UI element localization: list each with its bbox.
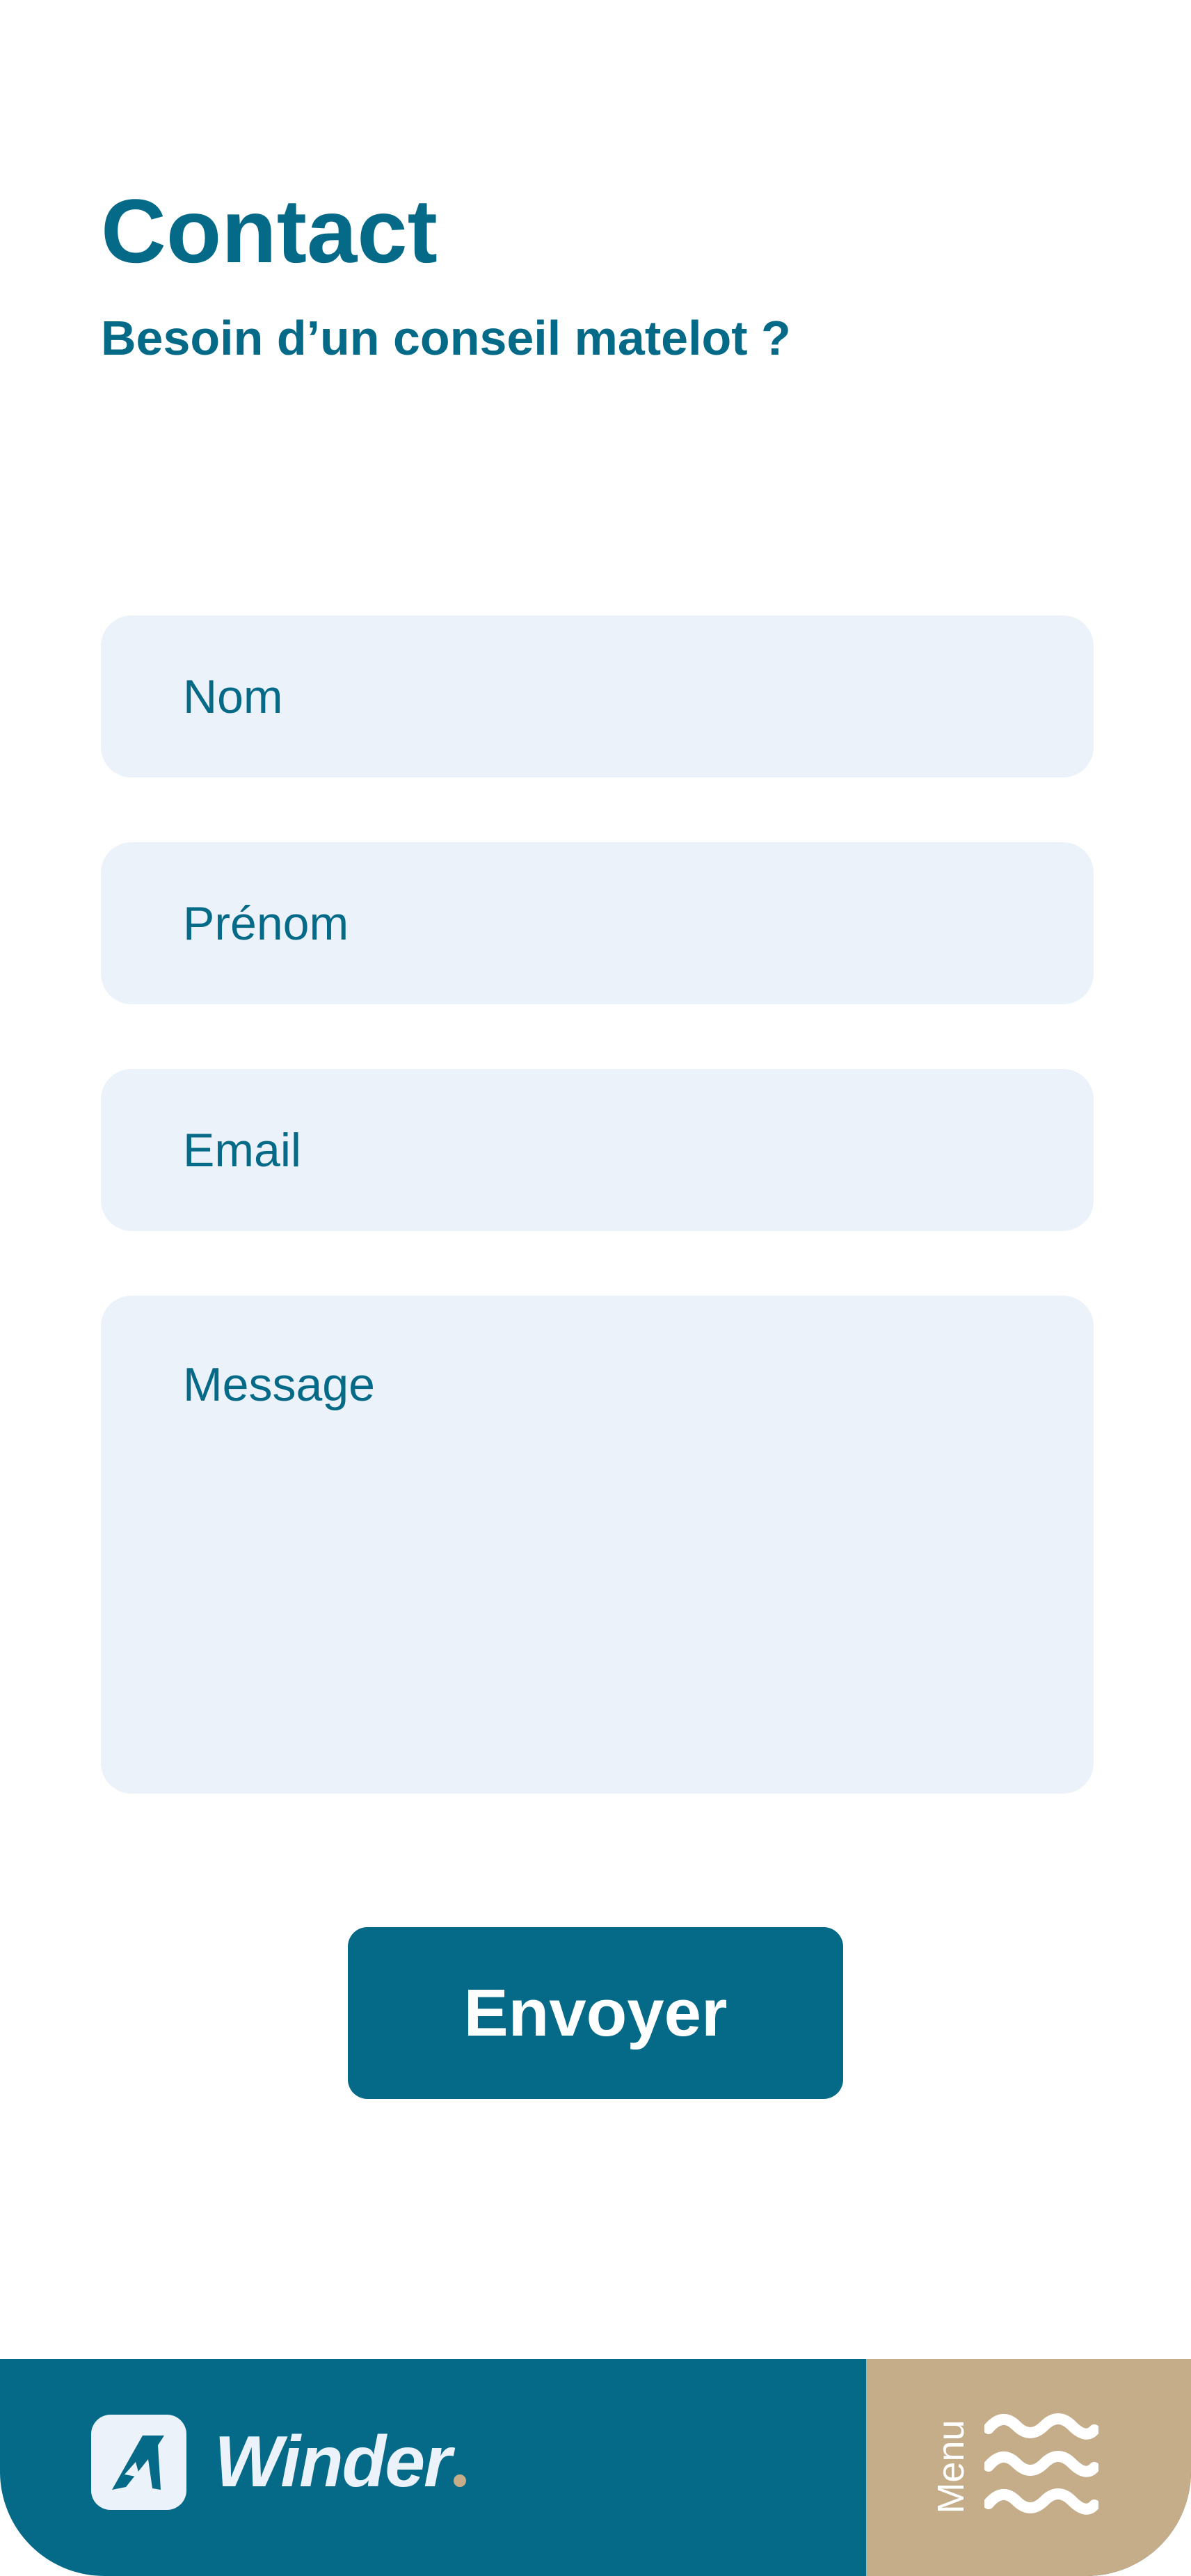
message-field[interactable]: [101, 1296, 1094, 1794]
brand-logo[interactable]: Winder: [91, 2415, 466, 2510]
waves-menu-icon: [983, 2409, 1100, 2524]
email-field[interactable]: [101, 1069, 1094, 1231]
page-subtitle: Besoin d’un conseil matelot ?: [101, 311, 791, 365]
brand-dot: [453, 2474, 466, 2487]
name-field[interactable]: [101, 615, 1094, 778]
firstname-field[interactable]: [101, 842, 1094, 1004]
menu-label: Menu: [930, 2420, 972, 2514]
page-title: Contact: [101, 180, 438, 282]
winder-logo-icon: [91, 2415, 186, 2510]
footer-bar: Winder Menu: [0, 2359, 1191, 2576]
brand-name: Winder: [214, 2422, 452, 2502]
menu-button[interactable]: Menu: [866, 2359, 1191, 2576]
send-button[interactable]: Envoyer: [348, 1927, 843, 2099]
